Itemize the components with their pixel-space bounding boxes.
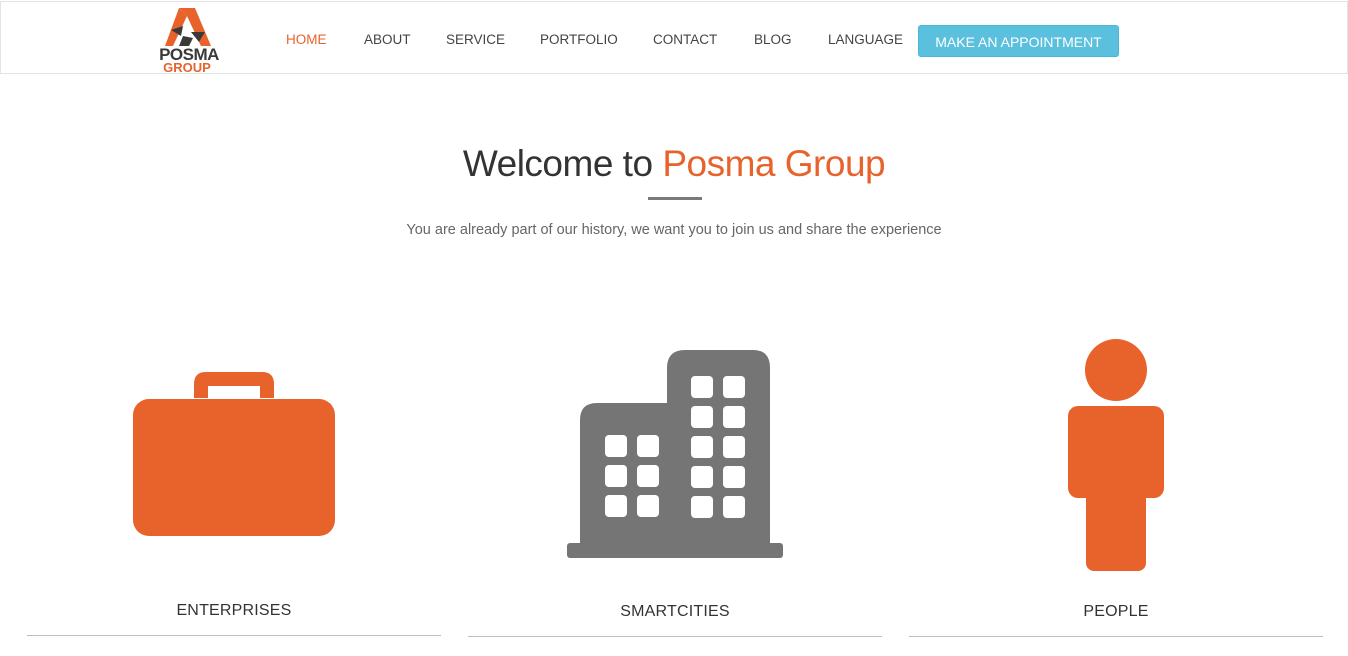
feature-label-enterprises[interactable]: ENTERPRISES [27, 601, 441, 621]
person-icon[interactable] [1068, 339, 1164, 571]
feature-label-smartcities[interactable]: SMARTCITIES [468, 602, 882, 622]
make-appointment-button[interactable]: MAKE AN APPOINTMENT [918, 25, 1119, 57]
page-title: Welcome to Posma Group [0, 142, 1348, 186]
building-icon[interactable] [567, 350, 783, 558]
nav-service[interactable]: SERVICE [446, 32, 505, 48]
nav-about[interactable]: ABOUT [364, 32, 411, 48]
feature-divider [468, 636, 882, 637]
feature-label-people[interactable]: PEOPLE [909, 602, 1323, 622]
title-prefix: Welcome to [462, 143, 663, 184]
logo-sub: GROUP [163, 60, 211, 75]
nav-portfolio[interactable]: PORTFOLIO [540, 32, 618, 48]
nav-blog[interactable]: BLOG [754, 32, 792, 48]
page-subtitle: You are already part of our history, we … [406, 222, 942, 238]
posma-logo[interactable]: POSMA GROUP [149, 6, 229, 74]
title-divider [648, 197, 702, 200]
nav-home[interactable]: HOME [286, 32, 327, 48]
feature-divider [27, 635, 441, 636]
site-header: POSMA GROUP HOME ABOUT SERVICE PORTFOLIO… [0, 1, 1348, 74]
logo-mark-icon [165, 8, 211, 46]
nav-language[interactable]: LANGUAGE [828, 32, 903, 48]
feature-divider [909, 636, 1323, 637]
title-accent: Posma Group [662, 143, 886, 184]
briefcase-icon[interactable] [133, 372, 335, 536]
nav-contact[interactable]: CONTACT [653, 32, 717, 48]
